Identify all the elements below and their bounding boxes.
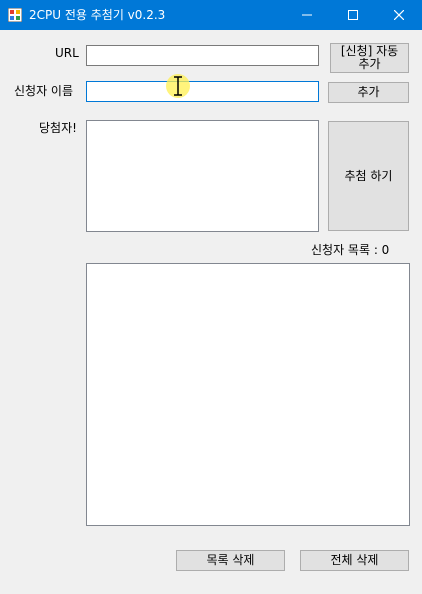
- app-icon: [8, 8, 22, 22]
- text-cursor-icon: [174, 76, 182, 96]
- draw-button[interactable]: 추첨 하기: [328, 121, 409, 231]
- delete-all-button[interactable]: 전체 삭제: [300, 550, 409, 571]
- applicant-name-label: 신청자 이름: [14, 84, 74, 98]
- url-input[interactable]: [86, 45, 319, 66]
- minimize-button[interactable]: [284, 0, 330, 30]
- title-bar[interactable]: 2CPU 전용 추첨기 v0.2.3: [0, 0, 422, 30]
- url-label: URL: [55, 46, 79, 60]
- applicant-list-count-label: 신청자 목록 : 0: [311, 243, 390, 257]
- close-button[interactable]: [376, 0, 422, 30]
- winner-textbox[interactable]: [86, 120, 319, 232]
- window-title: 2CPU 전용 추첨기 v0.2.3: [29, 8, 166, 22]
- applicant-name-input[interactable]: [86, 81, 319, 102]
- close-icon: [394, 10, 404, 20]
- auto-add-label-line2: 추가: [358, 57, 381, 71]
- auto-add-button[interactable]: [신청] 자동 추가: [330, 43, 409, 73]
- applicant-list-textbox[interactable]: [86, 263, 410, 526]
- maximize-icon: [348, 10, 358, 20]
- add-button[interactable]: 추가: [328, 82, 409, 103]
- delete-list-button[interactable]: 목록 삭제: [176, 550, 285, 571]
- app-window: 2CPU 전용 추첨기 v0.2.3 URL [신청] 자동 추가 신청자 이름…: [0, 0, 422, 594]
- maximize-button[interactable]: [330, 0, 376, 30]
- minimize-icon: [302, 14, 312, 16]
- winner-label: 당첨자!: [39, 121, 77, 135]
